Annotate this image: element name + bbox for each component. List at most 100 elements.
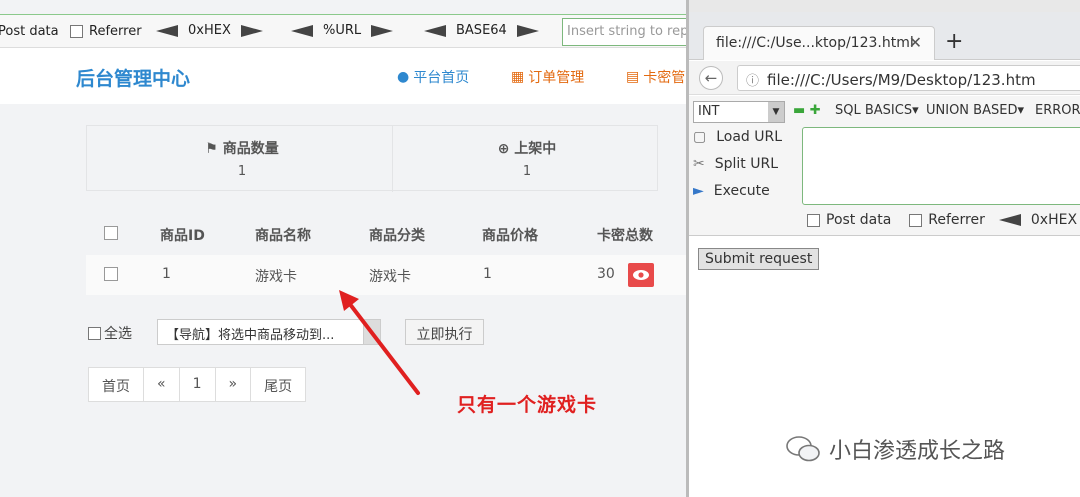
- stat-value: 1: [522, 164, 532, 179]
- union-based-menu[interactable]: UNION BASED▾: [926, 103, 1024, 118]
- referrer-label: Referrer: [89, 24, 142, 39]
- arrow-right-icon: [371, 24, 394, 37]
- bulk-action-value: 【导航】将选中商品移动到...: [166, 328, 335, 343]
- arrow-right-icon: [516, 24, 539, 37]
- base64-button[interactable]: BASE64: [424, 23, 539, 38]
- cell-id: 1: [162, 266, 171, 282]
- table-header: 商品ID 商品名称 商品分类 商品价格 卡密总数: [86, 214, 686, 254]
- info-icon[interactable]: ⓘ: [746, 74, 759, 89]
- toggle-icons[interactable]: ▬ ✚: [793, 103, 821, 118]
- close-icon[interactable]: ✕: [909, 33, 922, 52]
- replace-string-input[interactable]: Insert string to repl: [562, 18, 686, 46]
- chevron-down-icon: ▼: [768, 102, 784, 122]
- nav-orders[interactable]: ▦ 订单管理: [511, 67, 584, 87]
- page-number[interactable]: 1: [180, 368, 216, 401]
- admin-page: Post data Referrer 0xHEX %URL BASE64 Ins…: [0, 0, 686, 497]
- page-next[interactable]: »: [216, 368, 252, 401]
- nav-cards[interactable]: ▤ 卡密管: [626, 67, 685, 87]
- pagination: 首页 « 1 » 尾页: [88, 367, 307, 402]
- eye-icon: [633, 270, 649, 280]
- referrer-checkbox[interactable]: [70, 25, 83, 38]
- wechat-icon: [786, 436, 820, 462]
- col-price: 商品价格: [482, 228, 538, 244]
- post-data-toggle[interactable]: Post data: [0, 24, 59, 39]
- card-icon: ▤: [626, 69, 640, 85]
- cell-total: 30: [597, 266, 615, 282]
- browser-tab[interactable]: file:///C:/Use...ktop/123.html ✕: [703, 26, 935, 60]
- url-encode-button[interactable]: %URL: [291, 23, 394, 38]
- hackbar-toolbar: Post data Referrer 0xHEX %URL BASE64 Ins…: [0, 14, 686, 48]
- annotation-note: 只有一个游戏卡: [457, 394, 598, 416]
- nav-home-label: 平台首页: [413, 70, 470, 86]
- row-checkbox[interactable]: [104, 267, 118, 281]
- sql-basics-menu[interactable]: SQL BASICS▾: [835, 103, 919, 118]
- col-id: 商品ID: [160, 228, 205, 244]
- scissors-icon: ✂: [693, 156, 705, 172]
- arrow-right-icon: [240, 24, 263, 37]
- cell-category: 游戏卡: [369, 269, 411, 285]
- arrow-left-icon: [291, 24, 313, 37]
- stat-on-sale: ⊕ 上架中 1: [384, 126, 670, 192]
- url-textarea[interactable]: [802, 127, 1080, 205]
- browser-menubar: [689, 0, 1080, 12]
- arrow-left-icon: [156, 24, 178, 37]
- page-last[interactable]: 尾页: [251, 368, 305, 401]
- submit-request-button[interactable]: Submit request: [698, 248, 820, 270]
- annotation-arrow-icon: [339, 290, 420, 395]
- back-icon[interactable]: ←: [699, 66, 723, 90]
- post-data-label: Post data: [0, 24, 59, 39]
- split-url-button[interactable]: ✂ Split URL: [693, 156, 778, 172]
- cell-name: 游戏卡: [255, 269, 297, 285]
- referrer-toggle[interactable]: Referrer: [70, 24, 142, 39]
- admin-header: 后台管理中心 ● 平台首页 ▦ 订单管理 ▤ 卡密管: [0, 48, 686, 104]
- user-icon: ●: [397, 69, 410, 85]
- referrer-checkbox[interactable]: [909, 213, 923, 227]
- post-data-checkbox[interactable]: [807, 213, 820, 227]
- error-menu[interactable]: ERROR/: [1035, 103, 1080, 118]
- watermark-text: 小白渗透成长之路: [829, 439, 1006, 464]
- tab-strip: file:///C:/Use...ktop/123.html ✕ +: [689, 12, 1080, 60]
- select-all-checkbox[interactable]: [88, 326, 101, 340]
- stats-panel: ⚑ 商品数量 1 ⊕ 上架中 1: [86, 125, 658, 192]
- referrer-label: Referrer: [928, 212, 985, 228]
- tab-title: file:///C:/Use...ktop/123.html: [716, 35, 914, 51]
- page-prev[interactable]: «: [144, 368, 180, 401]
- select-all[interactable]: 全选: [88, 323, 132, 343]
- brand-title: 后台管理中心: [76, 68, 191, 90]
- arrow-left-icon: [998, 214, 1021, 226]
- type-value: INT: [698, 104, 720, 119]
- hackbar-panel: INT ▼ ▬ ✚ SQL BASICS▾ UNION BASED▾ ERROR…: [689, 96, 1080, 236]
- plus-circle-icon: ⊕: [497, 141, 510, 157]
- stat-label: 上架中: [514, 141, 557, 157]
- type-select[interactable]: INT ▼: [693, 101, 785, 123]
- new-tab-icon[interactable]: +: [945, 29, 963, 54]
- nav-orders-label: 订单管理: [528, 70, 585, 86]
- nav-cards-label: 卡密管: [643, 70, 686, 86]
- view-button[interactable]: [628, 263, 654, 287]
- load-icon: ▢: [693, 129, 707, 145]
- nav-home[interactable]: ● 平台首页: [397, 67, 469, 87]
- stat-label: 商品数量: [222, 141, 279, 157]
- execute-button[interactable]: ► Execute: [693, 183, 770, 199]
- page-first[interactable]: 首页: [89, 368, 144, 401]
- select-all-label: 全选: [104, 326, 132, 342]
- stat-product-count: ⚑ 商品数量 1: [99, 126, 385, 192]
- post-data-label: Post data: [826, 212, 892, 228]
- load-url-button[interactable]: ▢ Load URL: [693, 129, 782, 145]
- header-checkbox[interactable]: [104, 226, 118, 240]
- play-icon: ►: [693, 183, 704, 199]
- hex-button[interactable]: 0xHEX: [156, 23, 263, 38]
- arrow-left-icon: [424, 24, 446, 37]
- col-category: 商品分类: [369, 228, 425, 244]
- hex-label[interactable]: 0xHEX: [1031, 212, 1077, 228]
- execute-label: Execute: [713, 183, 770, 199]
- flag-icon: ⚑: [205, 141, 218, 157]
- cell-price: 1: [483, 266, 492, 282]
- load-url-label: Load URL: [716, 129, 783, 145]
- url-field[interactable]: ⓘ file:///C:/Users/M9/Desktop/123.htm: [737, 65, 1080, 91]
- url-label: %URL: [323, 23, 362, 38]
- calendar-icon: ▦: [511, 69, 525, 85]
- watermark: 小白渗透成长之路: [785, 433, 1005, 465]
- hackbar-options: Post data Referrer 0xHEX: [807, 212, 1077, 228]
- base64-label: BASE64: [456, 23, 507, 38]
